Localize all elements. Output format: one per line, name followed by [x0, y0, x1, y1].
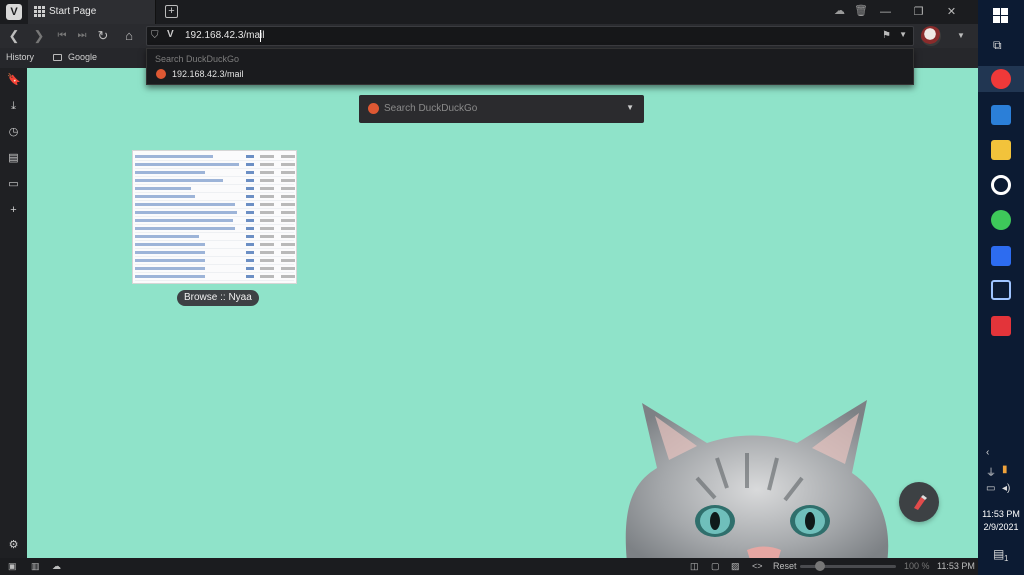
url-text[interactable]: 192.168.42.3/mail [185, 30, 265, 41]
magnet-icon [914, 495, 927, 510]
address-bar[interactable]: ⛉ V 192.168.42.3/mail ⚑ ▼ [146, 26, 914, 46]
network-icon[interactable]: ▭ [986, 483, 995, 494]
window-panel-icon[interactable]: ▭ [7, 178, 20, 191]
close-button[interactable]: ✕ [935, 3, 968, 21]
settings-gear-icon[interactable]: ⚙ [7, 539, 20, 552]
messages-taskbar-icon[interactable] [991, 105, 1011, 125]
duckduckgo-icon [156, 69, 166, 79]
page-actions-icon[interactable]: <> [752, 561, 763, 571]
battery-icon[interactable]: ▮ [1002, 464, 1008, 475]
history-panel-icon[interactable]: ◷ [7, 126, 20, 139]
chevron-down-icon[interactable]: ▼ [899, 30, 907, 39]
speed-dial-icon [34, 6, 45, 17]
floating-action-button[interactable] [899, 482, 939, 522]
zoom-level: 100 % [904, 561, 930, 571]
windows-taskbar: ⧉ ‹ ⏚ ▮ ▭ ◂) 11:53 PM 2/9/2021 ▤ 1 [978, 0, 1024, 575]
speed-dial-label[interactable]: Browse :: Nyaa [177, 290, 259, 306]
usb-icon[interactable]: ⏚ [986, 464, 996, 479]
cloud-sync-icon[interactable]: ☁ [834, 4, 845, 17]
new-tab-button[interactable]: + [165, 5, 178, 18]
browser-window: V Start Page + ☁ 🗑 — ❐ ✕ ❮ ❯ ⏮ ⏭ ↻ ⌂ ⛉ V… [0, 0, 978, 575]
text-cursor [260, 30, 261, 42]
speed-dial-thumbnail[interactable] [132, 150, 297, 284]
back-button[interactable]: ❮ [5, 27, 23, 45]
reset-zoom-button[interactable]: Reset [773, 561, 797, 571]
vivaldi-menu-button[interactable]: V [6, 4, 22, 20]
bookmark-google[interactable]: Google [68, 52, 97, 62]
fast-forward-button[interactable]: ⏭ [73, 27, 91, 45]
windows-start-icon[interactable] [993, 8, 1008, 23]
profile-avatar[interactable] [921, 26, 941, 46]
duckduckgo-icon [368, 103, 379, 114]
task-view-icon[interactable]: ⧉ [993, 38, 1002, 53]
suggestion-header: Search DuckDuckGo [155, 54, 240, 64]
tab-title: Start Page [49, 6, 97, 17]
address-suggestions: Search DuckDuckGo 192.168.42.3/mail [146, 48, 914, 85]
tab-start-page[interactable]: Start Page [28, 0, 156, 24]
minimize-button[interactable]: — [869, 3, 902, 21]
red-app-taskbar-icon[interactable] [991, 316, 1011, 336]
side-panel: 🔖 ⤓ ◷ ▤ ▭ + ⚙ [0, 68, 27, 558]
chevron-down-icon[interactable]: ▼ [626, 103, 634, 112]
downloads-panel-icon[interactable]: ⤓ [7, 100, 20, 113]
notification-icon[interactable]: ▤ [993, 547, 1004, 561]
virtualbox-taskbar-icon[interactable] [991, 280, 1011, 300]
capture-icon[interactable]: ◫ [690, 561, 699, 572]
bookmarks-panel-icon[interactable]: 🔖 [7, 74, 21, 87]
search-placeholder: Search DuckDuckGo [384, 103, 478, 114]
bookmark-icon[interactable]: ⚑ [882, 30, 891, 41]
file-explorer-taskbar-icon[interactable] [991, 140, 1011, 160]
taskbar-date[interactable]: 2/9/2021 [978, 522, 1024, 532]
notes-panel-icon[interactable]: ▤ [7, 152, 20, 165]
tiling-icon[interactable]: ▢ [711, 561, 720, 572]
window-controls: — ❐ ✕ [869, 3, 968, 21]
rewind-button[interactable]: ⏮ [53, 27, 71, 45]
home-button[interactable]: ⌂ [120, 27, 138, 45]
suggestion-item[interactable]: 192.168.42.3/mail [172, 69, 244, 79]
add-web-panel-icon[interactable]: + [7, 204, 20, 217]
trash-icon[interactable]: 🗑 [854, 4, 868, 17]
cat-background-image [625, 400, 889, 558]
tab-tiling-icon[interactable]: ▥ [31, 561, 40, 572]
status-clock: 11:53 PM [937, 561, 975, 571]
extensions-dropdown-icon[interactable]: ▼ [957, 31, 965, 40]
volume-icon[interactable]: ◂) [1002, 483, 1010, 494]
wps-taskbar-icon[interactable] [991, 246, 1011, 266]
folder-icon [53, 54, 62, 61]
status-bar: ▣ ▥ ☁ ◫ ▢ ▨ <> Reset 100 % 11:53 PM [0, 558, 978, 575]
shield-icon[interactable]: ⛉ [151, 30, 161, 42]
zoom-slider-handle[interactable] [815, 561, 825, 571]
reload-button[interactable]: ↻ [94, 27, 112, 45]
obs-taskbar-icon[interactable] [991, 175, 1011, 195]
notification-count: 1 [1004, 554, 1009, 563]
image-toggle-icon[interactable]: ▨ [731, 561, 740, 572]
restore-button[interactable]: ❐ [902, 3, 935, 21]
taskbar-time[interactable]: 11:53 PM [978, 509, 1024, 519]
screen: V Start Page + ☁ 🗑 — ❐ ✕ ❮ ❯ ⏮ ⏭ ↻ ⌂ ⛉ V… [0, 0, 1024, 575]
start-page: Search DuckDuckGo ▼ Browse:: Nyaa [27, 68, 978, 558]
vivaldi-taskbar-icon[interactable] [991, 69, 1011, 89]
start-page-search[interactable]: Search DuckDuckGo ▼ [359, 95, 644, 123]
sync-cloud-icon[interactable]: ☁ [52, 561, 61, 572]
navigation-bar: ❮ ❯ ⏮ ⏭ ↻ ⌂ ⛉ V 192.168.42.3/mail ⚑ ▼ ▼ [0, 24, 978, 48]
tray-overflow-icon[interactable]: ‹ [986, 447, 989, 458]
vivaldi-icon: V [167, 29, 174, 40]
forward-button[interactable]: ❯ [30, 27, 48, 45]
tab-bar: V Start Page + ☁ 🗑 — ❐ ✕ [0, 0, 978, 24]
green-app-taskbar-icon[interactable] [991, 210, 1011, 230]
bookmark-history[interactable]: History [6, 52, 34, 62]
panel-toggle-icon[interactable]: ▣ [8, 561, 17, 572]
